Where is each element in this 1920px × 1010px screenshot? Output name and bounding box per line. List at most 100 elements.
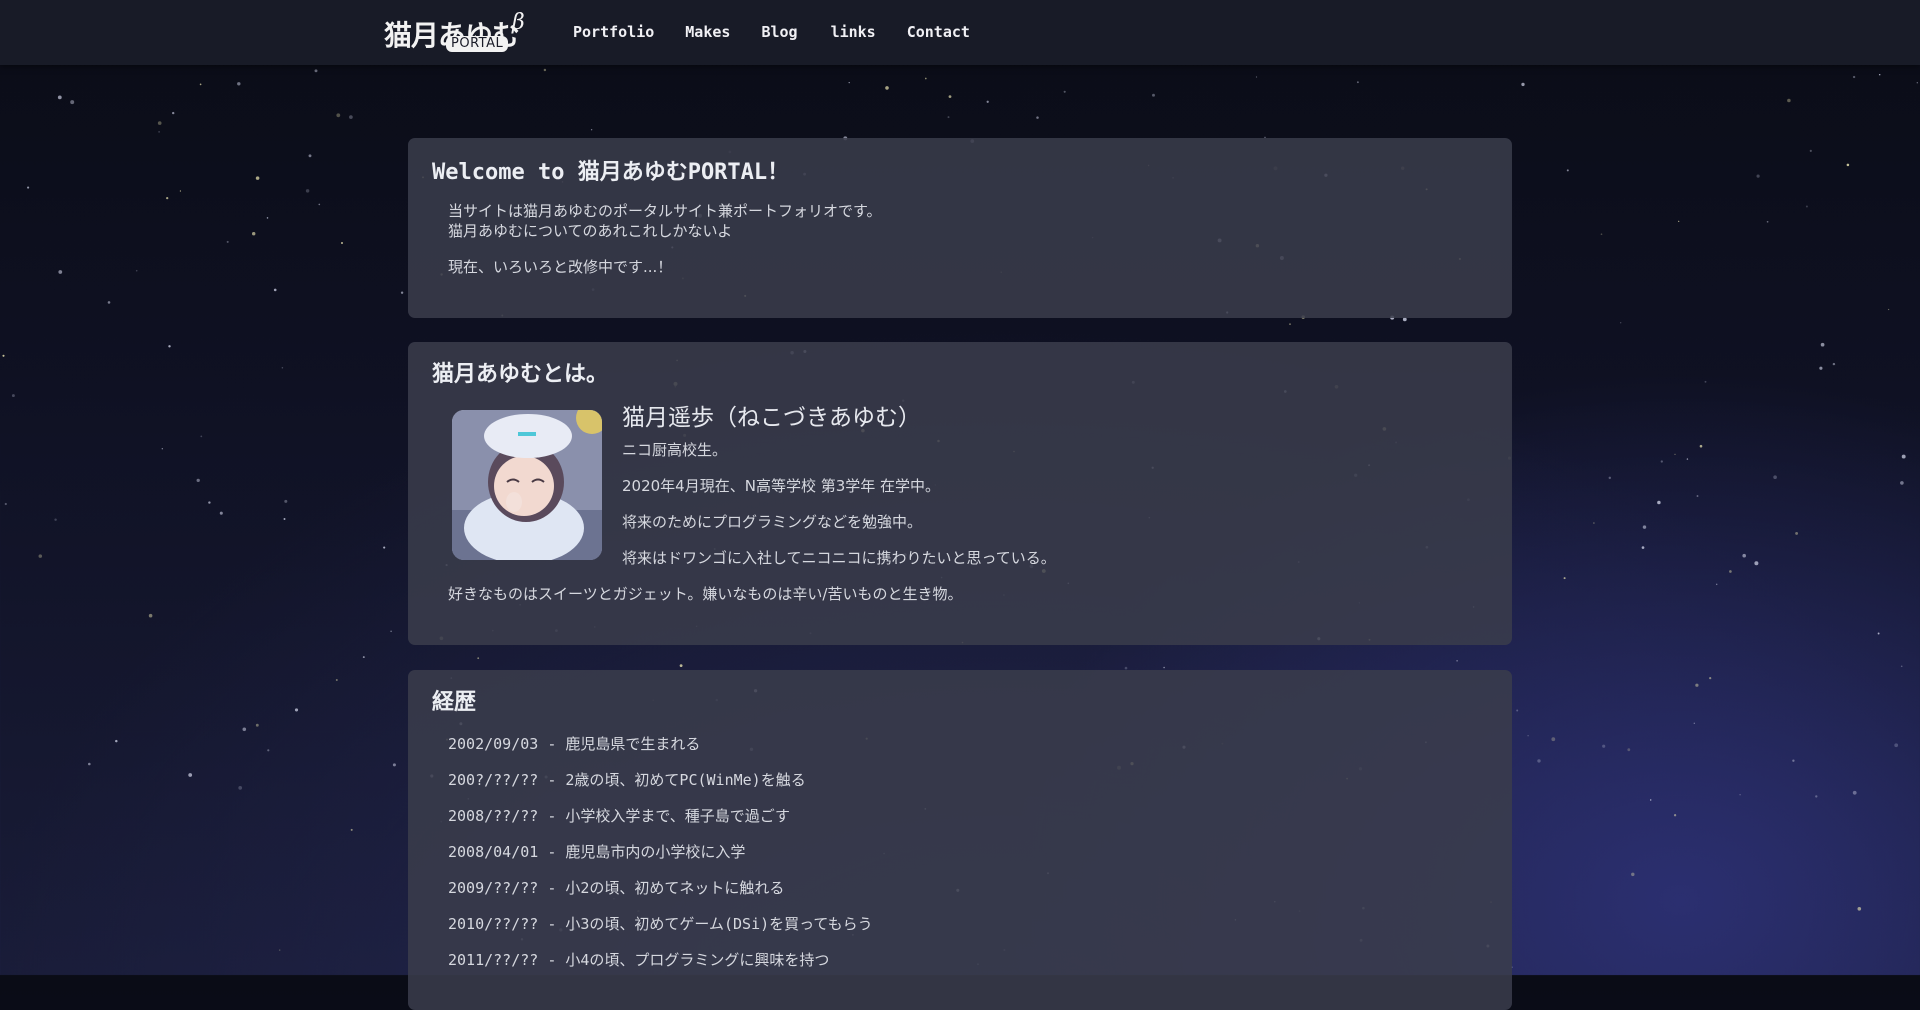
star (284, 499, 288, 503)
star (1641, 546, 1645, 549)
nav-portfolio[interactable]: Portfolio (573, 22, 654, 42)
star (161, 448, 163, 450)
star (58, 270, 63, 274)
star (1593, 522, 1595, 524)
star (1857, 907, 1862, 911)
star (308, 154, 312, 158)
star (1551, 737, 1556, 742)
star (1805, 205, 1808, 208)
star (199, 83, 202, 86)
star (266, 217, 269, 219)
star (255, 723, 259, 727)
star (1620, 322, 1622, 324)
star (200, 435, 203, 438)
star (1795, 531, 1799, 535)
star (1846, 163, 1850, 167)
star (4, 502, 7, 506)
star (1699, 444, 1703, 448)
star (57, 95, 62, 100)
star (1704, 380, 1707, 383)
star (318, 203, 321, 206)
about-line: 将来のためにプログラミングなどを勉強中。 (622, 513, 923, 531)
star (679, 664, 683, 668)
avatar (452, 410, 602, 560)
star (1742, 553, 1746, 558)
nav-makes[interactable]: Makes (685, 22, 730, 42)
star (1631, 872, 1635, 877)
star (226, 240, 229, 243)
avatar-illustration (452, 410, 602, 560)
star (392, 763, 396, 767)
star (27, 186, 30, 189)
history-item: 2008/??/?? - 小学校入学まで、種子島で過ごす (448, 807, 790, 825)
star (179, 190, 182, 192)
star (1602, 744, 1606, 748)
star (1754, 561, 1759, 566)
star (1521, 82, 1525, 87)
star (107, 301, 111, 304)
star (219, 511, 223, 515)
star (1649, 799, 1652, 801)
star (172, 111, 175, 115)
star (267, 749, 270, 752)
star (1356, 81, 1359, 84)
star (1887, 308, 1890, 311)
star (168, 345, 171, 348)
star (1124, 666, 1128, 670)
star (1600, 233, 1603, 236)
site-logo[interactable]: 猫月あゆむ PORTAL β (384, 10, 534, 58)
star (543, 68, 547, 72)
history-card: 経歴 2002/09/03 - 鹿児島県で生まれる 200?/??/?? - 2… (408, 670, 1512, 1010)
nav-links[interactable]: links (831, 22, 876, 42)
star (238, 786, 243, 790)
star (1527, 735, 1529, 737)
star (1608, 476, 1612, 480)
star (1878, 73, 1881, 76)
star (1660, 460, 1663, 463)
star (1566, 169, 1569, 172)
star (336, 113, 341, 118)
logo-portal-badge: PORTAL (446, 36, 509, 52)
star (590, 129, 593, 131)
star (1255, 76, 1258, 78)
star (1715, 583, 1718, 586)
star (362, 656, 365, 659)
nav-contact[interactable]: Contact (907, 22, 970, 42)
star (1063, 90, 1066, 93)
star (1456, 660, 1458, 662)
nav-blog[interactable]: Blog (761, 22, 797, 42)
star (166, 196, 169, 200)
about-line: ニコ厨高校生。 (622, 441, 728, 459)
star (1877, 632, 1880, 635)
star (1819, 366, 1823, 370)
star (1036, 116, 1039, 119)
star (38, 554, 43, 558)
star (196, 478, 200, 483)
logo-beta-mark: β (512, 10, 525, 35)
welcome-line: 猫月あゆむについてのあれこれしかないよ (448, 222, 733, 240)
star (848, 81, 850, 84)
about-title: 猫月あゆむとは。 (432, 362, 609, 387)
star (148, 613, 153, 618)
full-name: 猫月遥歩（ねこづきあゆむ） (622, 405, 921, 431)
star (1852, 790, 1857, 795)
star (1916, 82, 1918, 84)
star (1673, 814, 1677, 817)
top-navigation-bar: 猫月あゆむ PORTAL β Portfolio Makes Blog link… (0, 0, 1920, 65)
star (1627, 748, 1631, 752)
star (294, 708, 299, 712)
star (1809, 149, 1812, 152)
star (157, 121, 162, 125)
star (1900, 665, 1903, 668)
history-title: 経歴 (432, 690, 477, 715)
history-item: 200?/??/?? - 2歳の頃、初めてPC(WinMe)を触る (448, 771, 806, 789)
star (947, 116, 950, 119)
about-line: 2020年4月現在、N高等学校 第3学年 在学中。 (622, 477, 941, 495)
star (1832, 362, 1836, 366)
star (208, 501, 211, 504)
star (278, 949, 281, 951)
star (1894, 743, 1899, 748)
welcome-status: 現在、いろいろと改修中です...！ (448, 258, 673, 276)
star (1289, 323, 1291, 325)
star (242, 727, 247, 732)
